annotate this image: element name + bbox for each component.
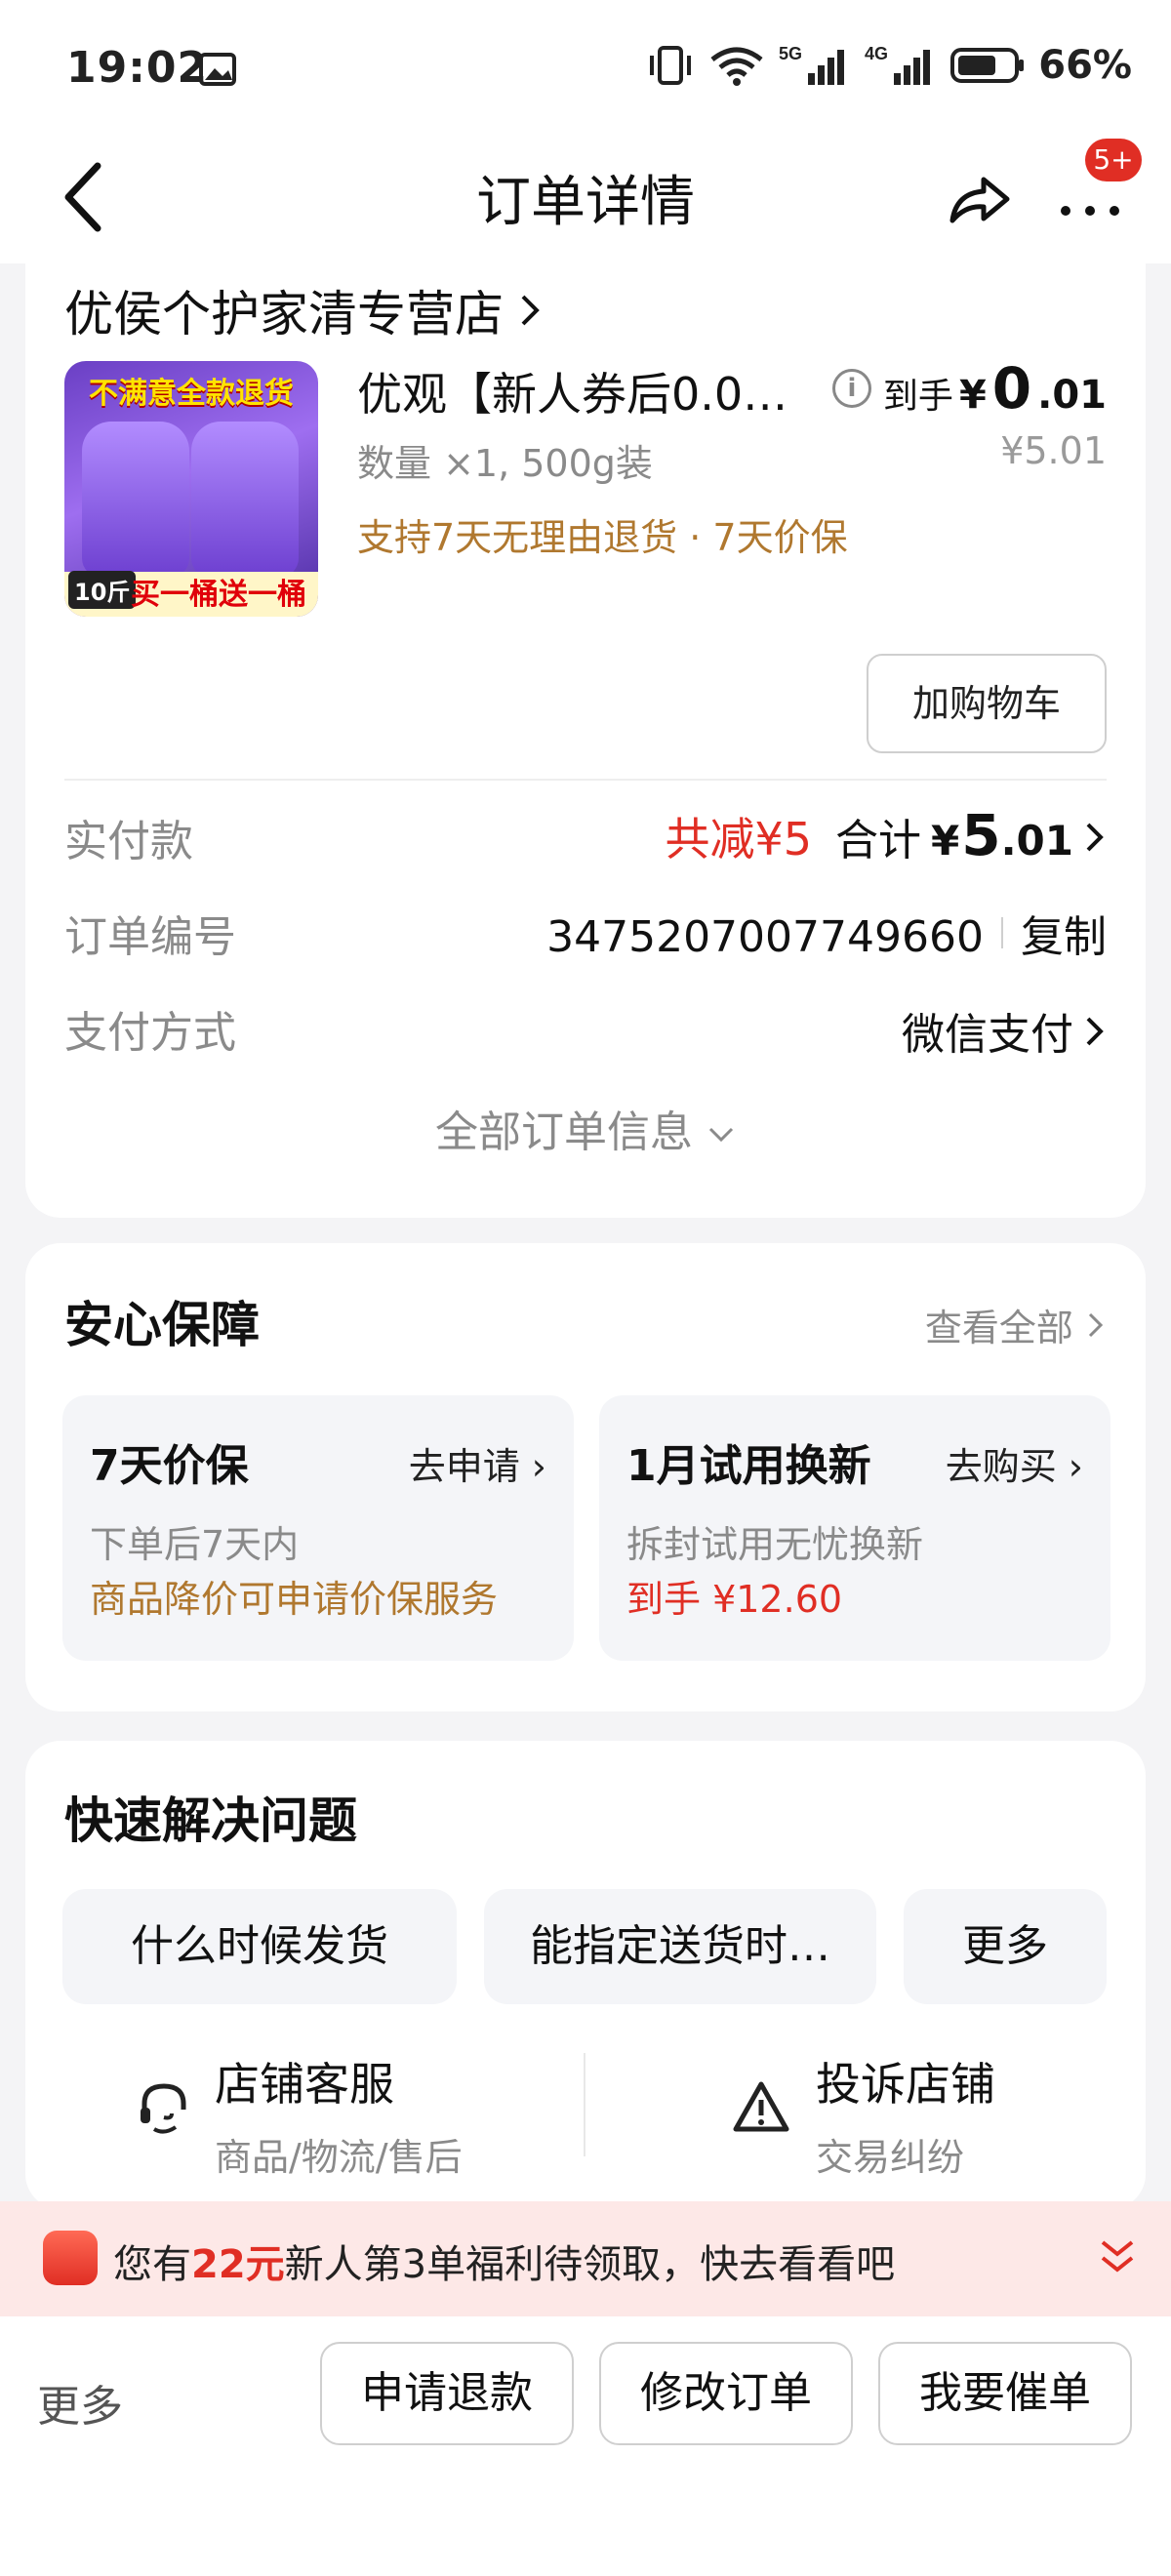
all-order-info-toggle[interactable]: 全部订单信息 xyxy=(0,1097,1171,1159)
store-service-name: 店铺客服 xyxy=(215,2058,394,2111)
all-order-info-label: 全部订单信息 xyxy=(435,1107,693,1157)
signal-4g-icon: 4G xyxy=(865,44,931,85)
promo-banner[interactable]: 您有22元新人第3单福利待领取，快去看看吧 xyxy=(0,2201,1171,2316)
guarantee-item-action[interactable]: 去申请 › xyxy=(409,1436,546,1490)
nav-bar: 订单详情 5+ xyxy=(0,137,1171,263)
original-price: ¥5.01 xyxy=(1000,429,1107,472)
question-chip[interactable]: 什么时候发货 xyxy=(62,1889,457,2004)
notification-badge: 5+ xyxy=(1085,139,1142,181)
gift-icon xyxy=(43,2231,98,2285)
complain-store-desc: 交易纠纷 xyxy=(816,2136,965,2179)
promo-text: 您有22元新人第3单福利待领取，快去看看吧 xyxy=(113,2233,895,2289)
divider xyxy=(584,2053,586,2156)
guarantee-action-label: 去申请 xyxy=(408,1445,520,1488)
promo-amount: 22元 xyxy=(191,2242,285,2287)
paid-total-row[interactable]: 共减¥5 合计 ¥5.01 xyxy=(665,802,1107,868)
wifi-icon xyxy=(710,47,763,86)
gallery-icon xyxy=(199,53,236,86)
image-top-text: 不满意全款退货 xyxy=(89,377,294,411)
complain-store-name: 投诉店铺 xyxy=(816,2058,995,2111)
chevron-right-icon xyxy=(1086,1017,1104,1046)
total-decimal: .01 xyxy=(1000,817,1073,865)
store-service-button[interactable]: 店铺客服 商品/物流/售后 xyxy=(215,2049,463,2181)
guarantee-item-desc: 拆封试用无忧换新 xyxy=(626,1523,924,1566)
guarantee-title: 安心保障 xyxy=(64,1297,260,1353)
bottle-shape xyxy=(82,422,189,578)
promo-prefix: 您有 xyxy=(113,2242,191,2287)
product-quantity: 数量 ×1, 500g装 xyxy=(357,442,653,485)
order-number-label: 订单编号 xyxy=(64,912,236,962)
chevron-right-icon xyxy=(1088,1312,1104,1338)
store-service-desc: 商品/物流/售后 xyxy=(215,2136,463,2179)
chevron-right-icon xyxy=(521,295,540,326)
guarantee-item-note: 商品降价可申请价保服务 xyxy=(90,1578,499,1621)
battery-icon xyxy=(950,48,1025,83)
info-icon[interactable]: i xyxy=(831,369,871,408)
total-integer: 5 xyxy=(961,802,1001,868)
modify-order-button[interactable]: 修改订单 xyxy=(599,2342,853,2445)
headset-icon xyxy=(141,2083,186,2134)
add-to-cart-button[interactable]: 加购物车 xyxy=(867,654,1107,753)
guarantee-item-title: 7天价保 xyxy=(90,1441,249,1491)
store-name-link[interactable]: 优侯个护家清专营店 xyxy=(64,275,543,345)
quick-solve-title: 快速解决问题 xyxy=(64,1792,357,1849)
separator xyxy=(1001,917,1003,948)
product-support: 支持7天无理由退货 · 7天价保 xyxy=(357,516,848,559)
apply-refund-button[interactable]: 申请退款 xyxy=(320,2342,574,2445)
share-icon[interactable] xyxy=(945,164,1015,234)
order-number-row: 3475207007749660 复制 xyxy=(546,902,1107,964)
promo-suffix: 新人第3单福利待领取，快去看看吧 xyxy=(284,2242,896,2287)
price-label: 到手 xyxy=(882,377,953,417)
discount-amount: 共减¥5 xyxy=(665,813,812,865)
more-actions-button[interactable]: 更多 xyxy=(37,2371,123,2434)
price-integer: 0 xyxy=(991,355,1032,422)
guarantee-item-price: 到手 ¥12.60 xyxy=(626,1578,843,1621)
bottle-shape xyxy=(191,422,299,578)
vibrate-icon xyxy=(650,46,692,85)
payment-method-row[interactable]: 微信支付 xyxy=(902,999,1107,1062)
urge-shipping-button[interactable]: 我要催单 xyxy=(878,2342,1132,2445)
guarantee-item-trial-replace[interactable]: 1月试用换新 去购买 › 拆封试用无忧换新 到手 ¥12.60 xyxy=(599,1395,1110,1661)
warning-icon xyxy=(733,2081,789,2132)
product-price: i 到手 ¥ 0 .01 xyxy=(831,355,1107,422)
divider xyxy=(64,779,1107,781)
see-all-link[interactable]: 查看全部 xyxy=(925,1298,1107,1351)
store-name: 优侯个护家清专营店 xyxy=(64,286,504,342)
paid-label: 实付款 xyxy=(64,817,193,866)
guarantee-item-title: 1月试用换新 xyxy=(626,1441,871,1491)
status-time: 19:02 xyxy=(66,43,209,93)
guarantee-item-price-protection[interactable]: 7天价保 去申请 › 下单后7天内 商品降价可申请价保服务 xyxy=(62,1395,574,1661)
svg-text:4G: 4G xyxy=(865,44,888,63)
battery-percent: 66% xyxy=(1038,43,1132,88)
svg-text:5G: 5G xyxy=(779,44,802,63)
status-icons: 5G 4G 66% xyxy=(646,43,1132,88)
copy-button[interactable]: 复制 xyxy=(1021,902,1107,964)
product-image[interactable]: 不满意全款退货 10斤 买一桶送一桶 xyxy=(64,361,318,617)
status-bar: 19:02 5G 4G 66% xyxy=(0,0,1171,137)
total-symbol: ¥ xyxy=(931,817,960,865)
chevron-down-icon xyxy=(708,1127,734,1143)
product-name[interactable]: 优观【新人券后0.01… xyxy=(357,359,806,423)
image-weight: 10斤 xyxy=(68,571,137,609)
total-label: 合计 xyxy=(835,816,921,865)
chevron-right-icon xyxy=(1086,823,1104,852)
price-decimal: .01 xyxy=(1037,373,1107,418)
double-chevron-down-icon[interactable] xyxy=(1097,2234,1138,2277)
payment-method-value: 微信支付 xyxy=(902,1010,1073,1060)
guarantee-item-desc: 下单后7天内 xyxy=(90,1523,300,1566)
order-number: 3475207007749660 xyxy=(546,912,984,962)
more-questions-chip[interactable]: 更多 xyxy=(904,1889,1107,2004)
see-all-label: 查看全部 xyxy=(924,1307,1073,1349)
guarantee-action-label: 去购买 xyxy=(945,1445,1057,1488)
image-promo: 买一桶送一桶 xyxy=(131,578,306,612)
guarantee-item-action[interactable]: 去购买 › xyxy=(946,1436,1083,1490)
price-symbol: ¥ xyxy=(958,373,987,418)
more-icon[interactable] xyxy=(1056,176,1124,224)
signal-5g-icon: 5G xyxy=(779,44,845,85)
payment-method-label: 支付方式 xyxy=(64,1008,236,1058)
question-chip[interactable]: 能指定送货时… xyxy=(484,1889,876,2004)
complain-store-button[interactable]: 投诉店铺 交易纠纷 xyxy=(816,2049,995,2181)
